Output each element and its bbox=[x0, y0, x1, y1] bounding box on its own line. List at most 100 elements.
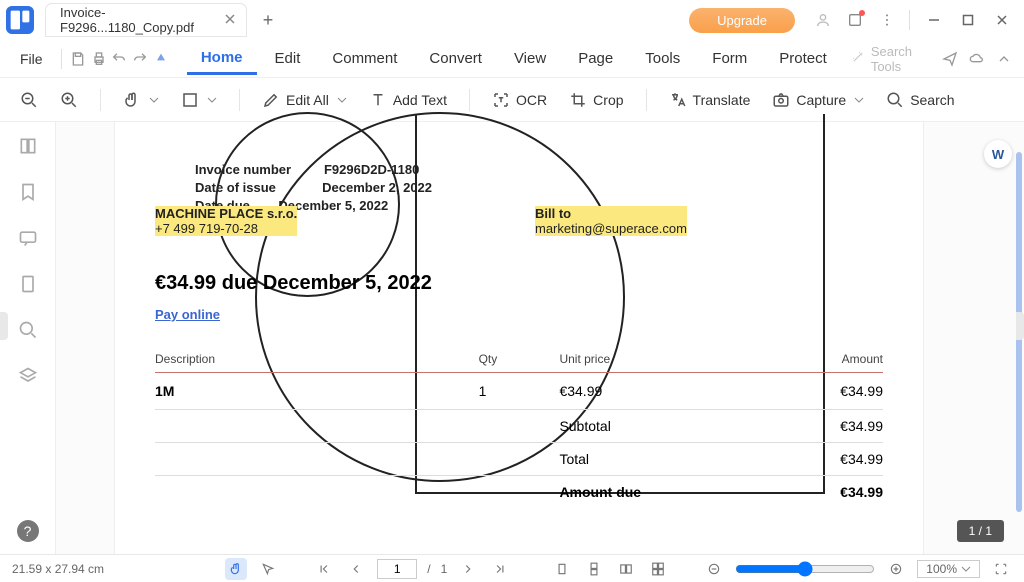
right-panel-toggle[interactable] bbox=[1016, 312, 1024, 340]
menu-protect[interactable]: Protect bbox=[765, 44, 841, 73]
menu-tools[interactable]: Tools bbox=[631, 44, 694, 73]
zoom-in-button[interactable] bbox=[54, 87, 84, 113]
hand-mode-icon[interactable] bbox=[225, 558, 247, 580]
cloud-icon[interactable] bbox=[966, 46, 987, 72]
crop-button[interactable]: Crop bbox=[563, 87, 629, 113]
save-icon[interactable] bbox=[69, 46, 86, 72]
maximize-button[interactable] bbox=[952, 6, 984, 34]
thumbnails-icon[interactable] bbox=[16, 134, 40, 158]
select-mode-icon[interactable] bbox=[257, 558, 279, 580]
file-menu[interactable]: File bbox=[10, 47, 53, 71]
td-description: 1M bbox=[155, 383, 479, 399]
date-of-issue-label: Date of issue bbox=[195, 180, 276, 198]
menu-home[interactable]: Home bbox=[187, 43, 257, 75]
zoom-slider[interactable] bbox=[735, 561, 875, 577]
hand-tool-dropdown[interactable] bbox=[117, 87, 165, 113]
add-text-label: Add Text bbox=[393, 92, 447, 108]
two-continuous-view-icon[interactable] bbox=[647, 558, 669, 580]
minimize-button[interactable] bbox=[918, 6, 950, 34]
next-page-icon[interactable] bbox=[457, 558, 479, 580]
search-button[interactable]: Search bbox=[880, 87, 960, 113]
send-icon[interactable] bbox=[939, 46, 960, 72]
edit-all-label: Edit All bbox=[286, 92, 329, 108]
page-number-input[interactable] bbox=[377, 559, 417, 579]
ocr-label: OCR bbox=[516, 92, 547, 108]
th-amount: Amount bbox=[721, 352, 883, 366]
edit-all-button[interactable]: Edit All bbox=[256, 87, 353, 113]
date-of-issue-value: December 2, 2022 bbox=[322, 180, 432, 198]
th-qty: Qty bbox=[479, 352, 560, 366]
close-button[interactable] bbox=[986, 6, 1018, 34]
first-page-icon[interactable] bbox=[313, 558, 335, 580]
close-tab-icon[interactable] bbox=[224, 13, 236, 25]
redo-icon[interactable] bbox=[132, 46, 149, 72]
shape-tool-dropdown[interactable] bbox=[175, 87, 223, 113]
attachment-icon[interactable] bbox=[16, 272, 40, 296]
two-page-view-icon[interactable] bbox=[615, 558, 637, 580]
export-word-icon[interactable]: W bbox=[984, 140, 1012, 168]
menu-form[interactable]: Form bbox=[698, 44, 761, 73]
zoom-out-footer-icon[interactable] bbox=[703, 558, 725, 580]
continuous-view-icon[interactable] bbox=[583, 558, 605, 580]
fit-page-icon[interactable] bbox=[990, 558, 1012, 580]
page-indicator-badge: 1 / 1 bbox=[957, 520, 1004, 542]
menu-convert[interactable]: Convert bbox=[415, 44, 496, 73]
layers-icon[interactable] bbox=[16, 364, 40, 388]
single-page-view-icon[interactable] bbox=[551, 558, 573, 580]
capture-button[interactable]: Capture bbox=[766, 87, 870, 113]
table-redline bbox=[155, 372, 883, 373]
zoom-out-button[interactable] bbox=[14, 87, 44, 113]
prev-page-icon[interactable] bbox=[345, 558, 367, 580]
menu-view[interactable]: View bbox=[500, 44, 560, 73]
quick-action-dropdown-icon[interactable] bbox=[153, 46, 170, 72]
td-amount: €34.99 bbox=[721, 383, 883, 399]
last-page-icon[interactable] bbox=[489, 558, 511, 580]
subtotal-value: €34.99 bbox=[721, 418, 883, 434]
add-text-button[interactable]: Add Text bbox=[363, 87, 453, 113]
subtotal-label: Subtotal bbox=[559, 418, 721, 434]
chevron-up-icon[interactable] bbox=[993, 46, 1014, 72]
find-icon[interactable] bbox=[16, 318, 40, 342]
ocr-button[interactable]: OCR bbox=[486, 87, 553, 113]
print-icon[interactable] bbox=[90, 46, 107, 72]
menu-edit[interactable]: Edit bbox=[261, 44, 315, 73]
total-value: €34.99 bbox=[721, 451, 883, 467]
amount-due-value: €34.99 bbox=[721, 484, 883, 500]
billto-email: marketing@superace.com bbox=[535, 221, 687, 236]
invoice-number-label: Invoice number bbox=[195, 162, 291, 180]
kebab-menu-icon[interactable] bbox=[875, 8, 899, 32]
pay-online-link[interactable]: Pay online bbox=[155, 307, 220, 322]
app-logo bbox=[6, 6, 34, 34]
undo-icon[interactable] bbox=[111, 46, 128, 72]
new-tab-button[interactable]: + bbox=[254, 6, 282, 34]
pdf-page: Invoice number F9296D2D-1180 Date of iss… bbox=[114, 122, 924, 554]
user-icon[interactable] bbox=[811, 8, 835, 32]
document-tab[interactable]: Invoice-F9296...1180_Copy.pdf bbox=[46, 4, 246, 36]
th-description: Description bbox=[155, 352, 479, 366]
search-tools-input[interactable]: Search Tools bbox=[845, 42, 933, 76]
search-tools-placeholder: Search Tools bbox=[871, 44, 927, 74]
td-unitprice: €34.99 bbox=[559, 383, 721, 399]
translate-button[interactable]: Translate bbox=[663, 87, 757, 113]
help-icon[interactable]: ? bbox=[17, 520, 39, 542]
zoom-in-footer-icon[interactable] bbox=[885, 558, 907, 580]
tab-title: Invoice-F9296...1180_Copy.pdf bbox=[60, 5, 216, 35]
from-phone: +7 499 719-70-28 bbox=[155, 221, 297, 236]
page-total: 1 bbox=[441, 562, 448, 576]
left-sidebar: ? bbox=[0, 122, 56, 554]
search-label: Search bbox=[910, 92, 954, 108]
left-panel-toggle[interactable] bbox=[0, 312, 8, 340]
translate-label: Translate bbox=[693, 92, 751, 108]
table-row: 1M 1 €34.99 €34.99 bbox=[155, 373, 883, 409]
menu-comment[interactable]: Comment bbox=[318, 44, 411, 73]
amount-due-label: Amount due bbox=[559, 484, 721, 500]
bookmark-icon[interactable] bbox=[16, 180, 40, 204]
zoom-level-dropdown[interactable]: 100% bbox=[917, 560, 980, 578]
menu-page[interactable]: Page bbox=[564, 44, 627, 73]
notification-icon[interactable] bbox=[843, 8, 867, 32]
upgrade-button[interactable]: Upgrade bbox=[689, 8, 795, 33]
billto-label: Bill to bbox=[535, 206, 687, 221]
zoom-value: 100% bbox=[926, 562, 957, 576]
comments-icon[interactable] bbox=[16, 226, 40, 250]
capture-label: Capture bbox=[796, 92, 846, 108]
